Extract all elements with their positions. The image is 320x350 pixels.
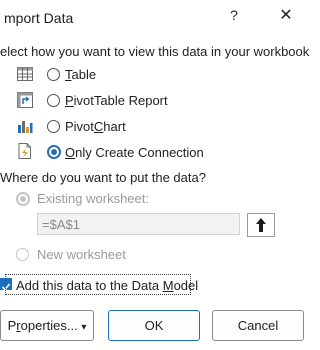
up-arrow-icon — [256, 218, 266, 232]
cancel-button[interactable]: Cancel — [212, 310, 304, 341]
location-question-label: Where do you want to put the data? — [0, 170, 206, 185]
help-button[interactable]: ? — [227, 7, 241, 23]
pivotchart-icon — [17, 118, 33, 134]
dialog-title: mport Data — [4, 10, 74, 26]
properties-button[interactable]: Properties... ▾ — [0, 310, 94, 341]
data-model-label[interactable]: Add this data to the Data Model — [16, 278, 198, 293]
new-worksheet-radio[interactable] — [16, 248, 29, 261]
view-question-label: elect how you want to view this data in … — [0, 44, 310, 59]
connection-radio[interactable] — [47, 145, 61, 159]
table-option-label[interactable]: Table — [65, 67, 96, 82]
table-icon — [17, 66, 33, 82]
dropdown-arrow-icon: ▾ — [81, 322, 87, 333]
pivotchart-radio[interactable] — [47, 120, 60, 133]
new-worksheet-label[interactable]: New worksheet — [37, 247, 126, 262]
close-button[interactable]: ✕ — [278, 5, 294, 25]
pivottable-option-label[interactable]: PivotTable Report — [65, 93, 168, 108]
existing-worksheet-radio[interactable] — [16, 192, 30, 206]
ok-button[interactable]: OK — [108, 310, 200, 341]
connection-icon — [17, 143, 33, 159]
pivottable-radio[interactable] — [47, 94, 60, 107]
pivotchart-option-label[interactable]: PivotChart — [65, 119, 126, 134]
collapse-dialog-button[interactable] — [247, 213, 275, 237]
pivottable-icon — [17, 92, 33, 108]
table-radio[interactable] — [47, 68, 60, 81]
cell-reference-input[interactable]: =$A$1 — [37, 213, 240, 235]
existing-worksheet-label[interactable]: Existing worksheet: — [37, 191, 149, 206]
connection-option-label[interactable]: Only Create Connection — [65, 145, 204, 160]
